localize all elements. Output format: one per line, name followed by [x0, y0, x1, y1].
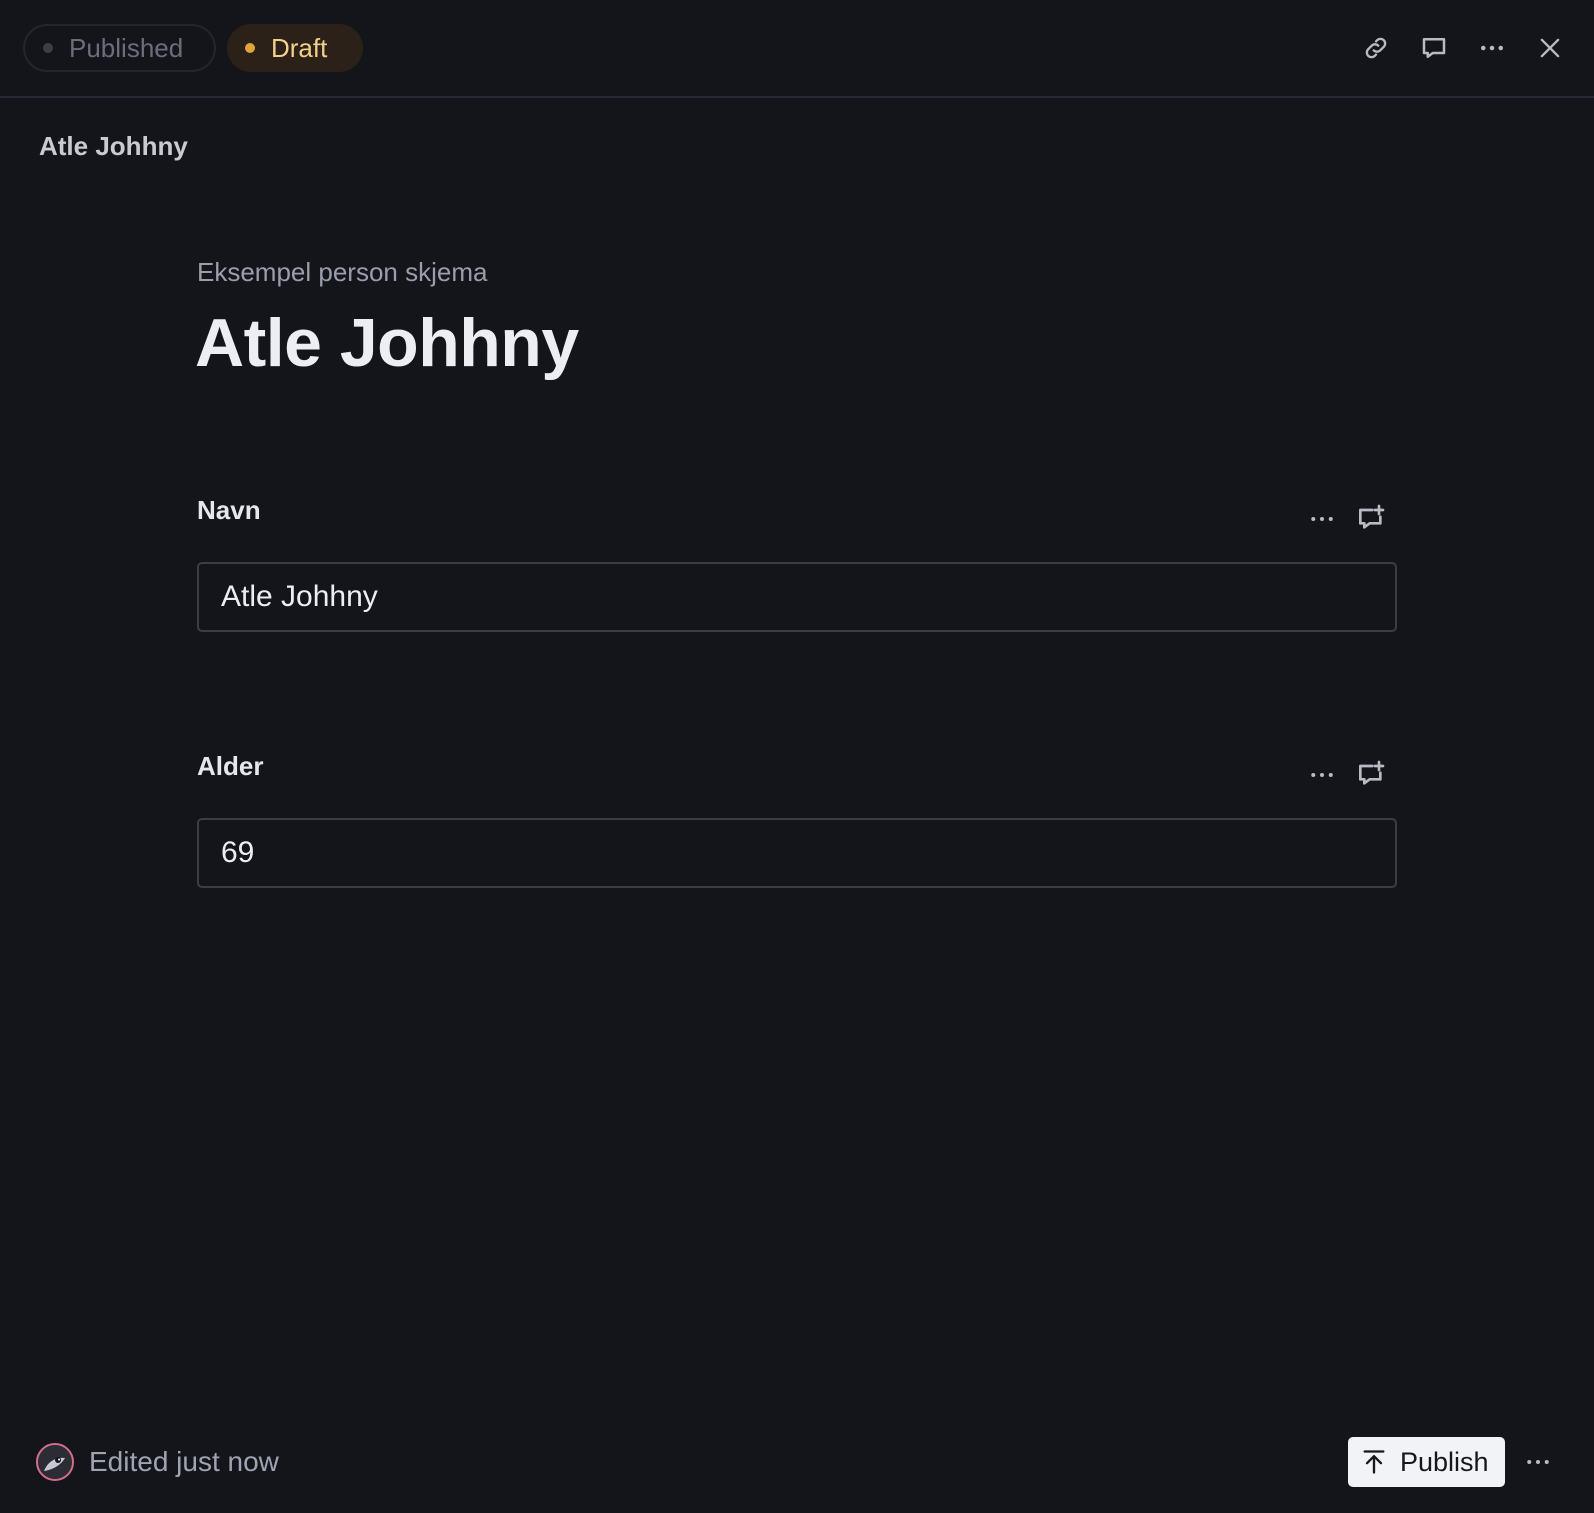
tab-draft-label: Draft	[271, 32, 328, 63]
link-icon[interactable]	[1358, 30, 1394, 66]
draft-status-dot-icon	[245, 43, 255, 53]
field-navn-more-icon[interactable]	[1304, 501, 1340, 537]
schema-type-label: Eksempel person skjema	[197, 257, 488, 287]
field-label-alder: Alder	[197, 751, 264, 781]
publish-button[interactable]: Publish	[1348, 1437, 1505, 1487]
field-label-navn: Navn	[197, 495, 261, 525]
more-icon[interactable]	[1474, 30, 1510, 66]
field-alder-more-icon[interactable]	[1304, 757, 1340, 793]
comment-icon[interactable]	[1416, 30, 1452, 66]
tab-published[interactable]: Published	[23, 24, 216, 72]
published-status-dot-icon	[43, 43, 53, 53]
page-title: Atle Johhny	[195, 305, 579, 381]
document-header: Published Draft	[0, 0, 1594, 98]
publish-arrow-icon	[1363, 1450, 1385, 1474]
alder-input[interactable]	[197, 818, 1397, 888]
close-icon[interactable]	[1532, 30, 1568, 66]
breadcrumb-title: Atle Johhny	[39, 131, 188, 161]
field-navn-add-comment-icon[interactable]	[1353, 500, 1389, 536]
edit-status-text: Edited just now	[89, 1446, 279, 1477]
avatar[interactable]	[36, 1443, 74, 1481]
tab-draft[interactable]: Draft	[227, 24, 363, 72]
tab-published-label: Published	[69, 32, 184, 63]
footer-more-icon[interactable]	[1520, 1444, 1556, 1480]
field-alder-add-comment-icon[interactable]	[1353, 756, 1389, 792]
publish-button-label: Publish	[1400, 1446, 1489, 1477]
navn-input[interactable]	[197, 562, 1397, 632]
